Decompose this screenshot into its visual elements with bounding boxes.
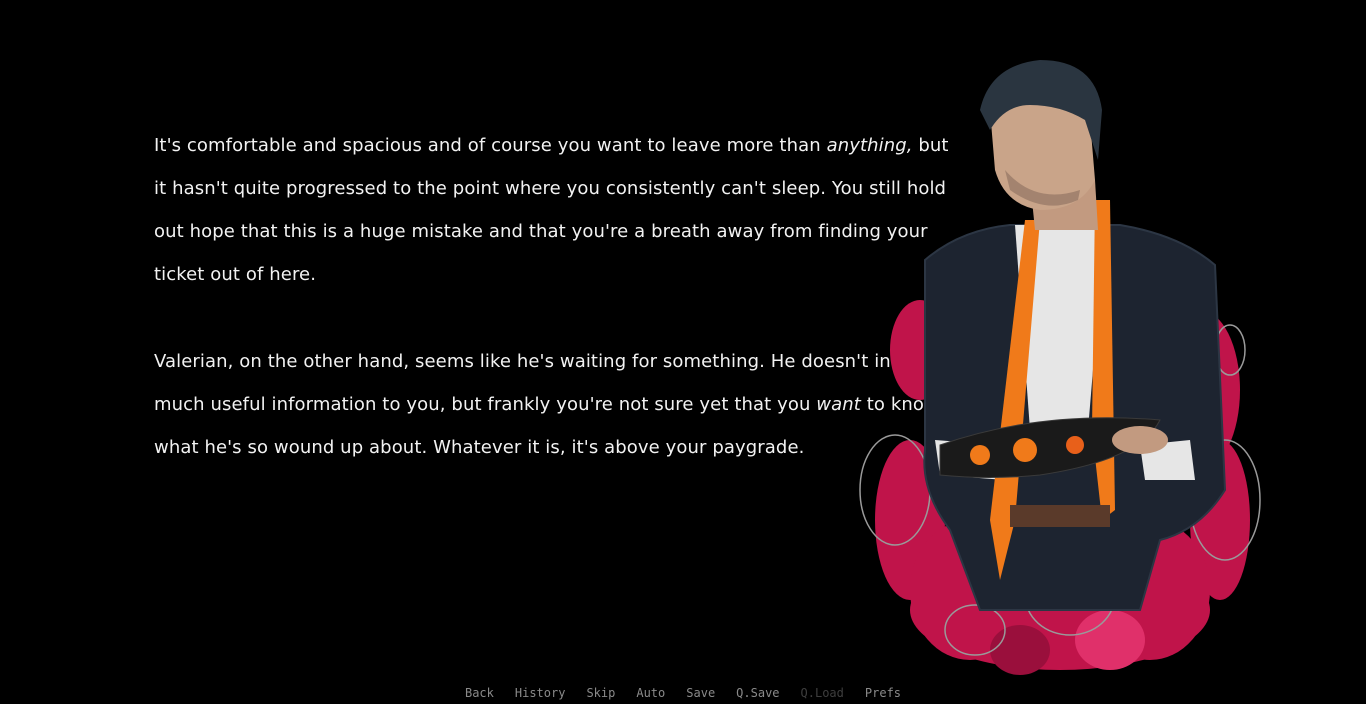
hand xyxy=(1112,426,1168,454)
narration-text[interactable]: It's comfortable and spacious and of cou… xyxy=(154,124,954,513)
narration-p1-b: but it hasn't quite progressed to the po… xyxy=(154,135,949,285)
quick-menu-back[interactable]: Back xyxy=(465,684,494,704)
quick-menu-save[interactable]: Save xyxy=(686,684,715,704)
quick-menu-skip[interactable]: Skip xyxy=(586,684,615,704)
narration-paragraph-1: It's comfortable and spacious and of cou… xyxy=(154,124,954,296)
quick-menu-auto[interactable]: Auto xyxy=(636,684,665,704)
character-portrait xyxy=(859,60,1261,675)
quick-menu: Back History Skip Auto Save Q.Save Q.Loa… xyxy=(0,684,1366,704)
quick-menu-qsave[interactable]: Q.Save xyxy=(736,684,779,704)
flower-1 xyxy=(970,445,990,465)
flower-2 xyxy=(1013,438,1037,462)
quick-menu-qload[interactable]: Q.Load xyxy=(801,684,844,704)
quick-menu-history[interactable]: History xyxy=(515,684,566,704)
flower-3 xyxy=(1066,436,1084,454)
belt xyxy=(1010,505,1110,527)
narration-p1-a: It's comfortable and spacious and of cou… xyxy=(154,135,827,156)
quick-menu-prefs[interactable]: Prefs xyxy=(865,684,901,704)
narration-paragraph-2: Valerian, on the other hand, seems like … xyxy=(154,340,954,469)
